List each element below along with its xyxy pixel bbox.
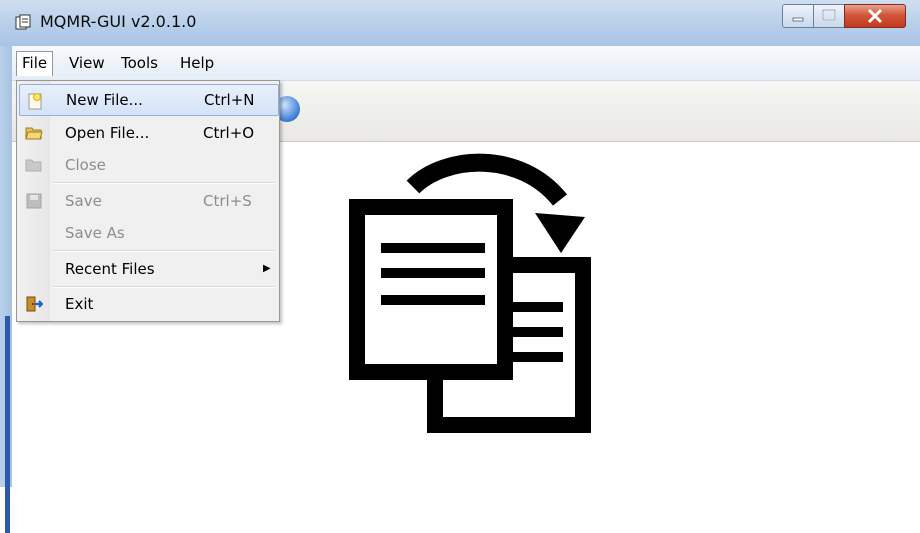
document-swap-icon [349,153,591,433]
menu-bar: File View Tools Help [12,46,920,81]
new-file-icon [28,93,42,110]
menu-item-label: Close [65,156,106,174]
file-dropdown-menu: New File... Ctrl+N Open File... Ctrl+O C… [16,80,280,322]
save-icon [26,193,42,209]
maximize-icon [822,9,836,21]
menu-separator [53,182,275,184]
menu-item-label: Exit [65,295,94,313]
maximize-button[interactable] [813,4,845,28]
menu-separator [53,250,275,252]
menu-view[interactable]: View [64,51,110,75]
submenu-arrow-icon: ▶ [263,263,271,274]
menu-item-label: New File... [66,91,143,109]
menu-item-label: Save As [65,224,125,242]
menu-item-exit[interactable]: Exit [19,288,277,320]
close-icon [867,8,883,24]
menu-file[interactable]: File [16,51,54,76]
menu-tools[interactable]: Tools [116,51,163,75]
frame-strip [5,316,10,533]
menu-item-label: Open File... [65,124,150,142]
menu-help[interactable]: Help [175,51,219,75]
open-folder-icon [25,127,43,140]
window-frame-left [0,46,12,533]
menu-item-close[interactable]: Close [19,149,277,181]
menu-item-save[interactable]: Save Ctrl+S [19,185,277,217]
menu-item-save-as[interactable]: Save As [19,217,277,249]
menu-item-open-file[interactable]: Open File... Ctrl+O [19,117,277,149]
minimize-button[interactable] [782,4,814,28]
window-title: MQMR-GUI v2.0.1.0 [40,12,197,31]
exit-icon [26,296,43,312]
folder-icon [25,159,42,172]
app-icon [15,14,31,30]
menu-item-shortcut: Ctrl+N [204,91,255,109]
title-bar: MQMR-GUI v2.0.1.0 [0,0,920,46]
menu-item-label: Recent Files [65,260,155,278]
menu-item-new-file[interactable]: New File... Ctrl+N [19,84,279,116]
menu-item-recent-files[interactable]: Recent Files ▶ [19,253,277,285]
menu-item-shortcut: Ctrl+O [203,124,255,142]
close-button[interactable] [844,4,906,28]
minimize-icon [792,17,804,22]
menu-item-label: Save [65,192,102,210]
menu-item-shortcut: Ctrl+S [203,192,252,210]
